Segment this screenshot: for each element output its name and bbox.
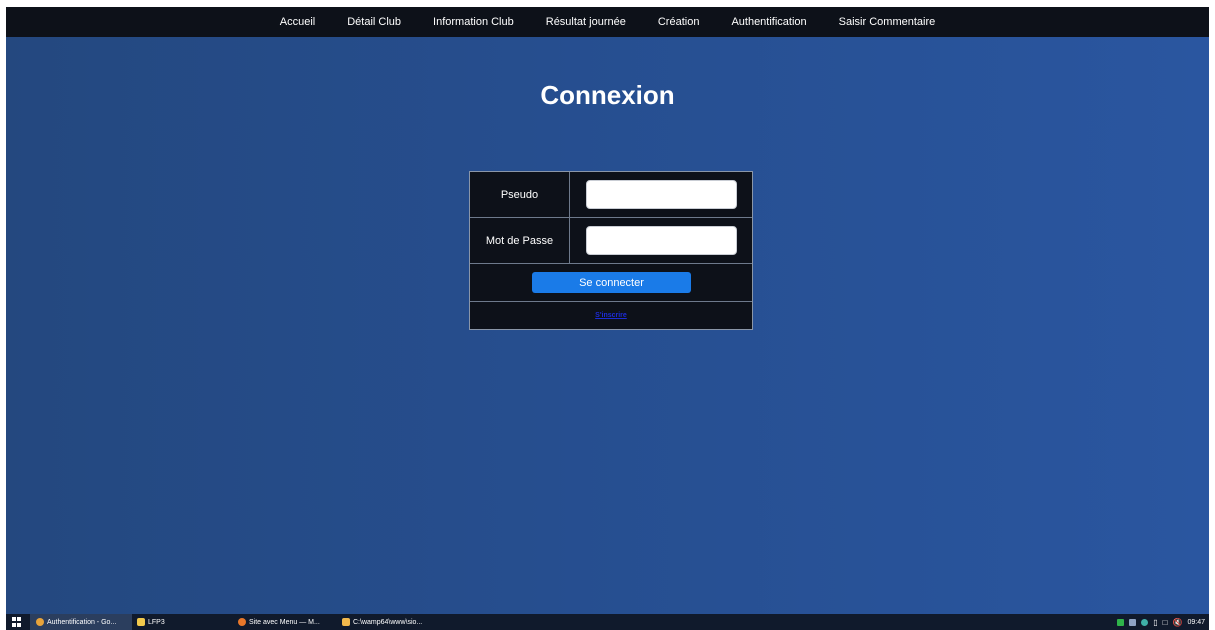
register-link[interactable]: S'inscrire — [470, 302, 752, 329]
keyboard-tray-icon[interactable] — [1129, 618, 1137, 626]
taskbar-item-firefox[interactable]: Site avec Menu — M... — [238, 614, 334, 630]
password-input[interactable] — [586, 226, 737, 255]
nav-item-authentification[interactable]: Authentification — [731, 16, 806, 28]
network-tray-icon[interactable]: □ — [1163, 618, 1168, 627]
nav-item-resultat-journee[interactable]: Résultat journée — [546, 16, 626, 28]
firefox-icon — [238, 618, 246, 626]
clock[interactable]: 09:47 — [1187, 619, 1205, 626]
chrome-icon — [36, 618, 44, 626]
shield-tray-icon[interactable] — [1141, 618, 1149, 626]
taskbar-item-chrome[interactable]: Authentification - Go... — [30, 614, 132, 630]
nav-item-information-club[interactable]: Information Club — [433, 16, 514, 28]
pseudo-row: Pseudo — [470, 172, 752, 218]
folder-icon — [137, 618, 145, 626]
nav-item-saisir-commentaire[interactable]: Saisir Commentaire — [839, 16, 936, 28]
volume-icon[interactable]: 🔇 — [1173, 618, 1183, 627]
pseudo-label: Pseudo — [470, 172, 570, 217]
windows-taskbar: Authentification - Go... LFP3 Site avec … — [6, 614, 1209, 630]
login-form: Pseudo Mot de Passe Se connecter S'inscr… — [469, 171, 753, 330]
app-tray-icon[interactable] — [1117, 618, 1125, 626]
taskbar-item-label: Site avec Menu — M... — [249, 618, 320, 626]
taskbar-item-label: C:\wamp64\www\sio... — [353, 618, 423, 626]
password-label: Mot de Passe — [470, 218, 570, 263]
usb-tray-icon[interactable]: ▯ — [1153, 618, 1157, 627]
taskbar-item-label: LFP3 — [148, 618, 165, 626]
pseudo-input[interactable] — [586, 180, 737, 209]
taskbar-item-folder[interactable]: LFP3 — [137, 614, 217, 630]
nav-item-detail-club[interactable]: Détail Club — [347, 16, 401, 28]
connect-button[interactable]: Se connecter — [532, 272, 691, 293]
register-row: S'inscrire — [470, 302, 752, 329]
windows-start-icon[interactable] — [12, 617, 22, 627]
submit-row: Se connecter — [470, 264, 752, 302]
top-navbar: Accueil Détail Club Information Club Rés… — [6, 7, 1209, 37]
file-explorer-icon — [342, 618, 350, 626]
system-tray: ▯ □ 🔇 09:47 — [1117, 614, 1205, 630]
nav-item-creation[interactable]: Création — [658, 16, 700, 28]
taskbar-item-label: Authentification - Go... — [47, 618, 117, 626]
password-row: Mot de Passe — [470, 218, 752, 264]
taskbar-item-explorer[interactable]: C:\wamp64\www\sio... — [342, 614, 438, 630]
browser-viewport: Accueil Détail Club Information Club Rés… — [6, 7, 1209, 630]
page-title: Connexion — [540, 80, 675, 110]
nav-item-accueil[interactable]: Accueil — [280, 16, 315, 28]
